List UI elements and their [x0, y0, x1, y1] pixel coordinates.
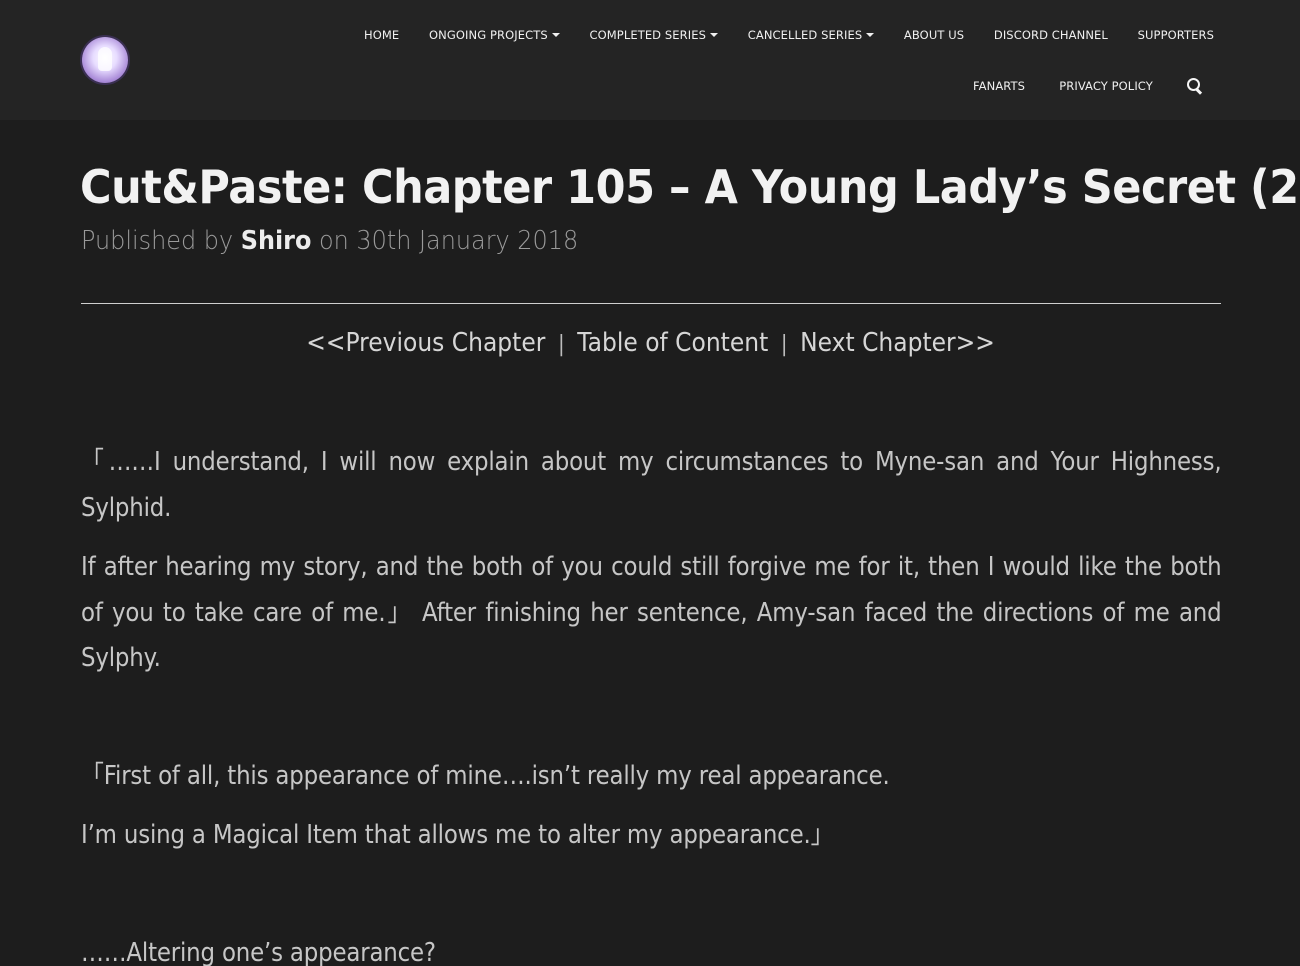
nav-item-fanarts[interactable]: FANARTS	[973, 79, 1025, 93]
nav-item-about-us[interactable]: ABOUT US	[904, 28, 964, 42]
nav-separator: |	[558, 332, 566, 357]
nav-item-discord-channel[interactable]: DISCORD CHANNEL	[994, 28, 1108, 42]
nav-row-primary: HOME ONGOING PROJECTS COMPLETED SERIES C…	[364, 28, 1214, 42]
paragraph: I’m using a Magical Item that allows me …	[81, 820, 834, 850]
navbar: HOME ONGOING PROJECTS COMPLETED SERIES C…	[0, 0, 1300, 120]
paragraph: ……Altering one’s appearance?	[81, 937, 436, 966]
published-by-label: Published by	[81, 226, 234, 256]
nav-item-completed-series[interactable]: COMPLETED SERIES	[589, 28, 719, 42]
paragraph: If after hearing my story, and the both …	[81, 552, 1222, 673]
nav-item-supporters[interactable]: SUPPORTERS	[1138, 28, 1214, 42]
post-meta: Published by Shiro on 30th January 2018	[81, 226, 578, 256]
nav-item-ongoing-projects[interactable]: ONGOING PROJECTS	[429, 28, 560, 42]
chapter-navigation: <<Previous Chapter | Table of Content | Next…	[81, 328, 1221, 358]
nav-label: SUPPORTERS	[1137, 28, 1214, 42]
nav-item-privacy-policy[interactable]: PRIVACY POLICY	[1059, 79, 1153, 93]
next-chapter-link[interactable]: Next Chapter>>	[801, 328, 996, 358]
nav-label: CANCELLED SERIES	[747, 28, 863, 42]
paragraph: 「First of all, this appearance of mine….…	[81, 760, 890, 791]
previous-chapter-link[interactable]: <<Previous Chapter	[307, 328, 546, 358]
table-of-content-link[interactable]: Table of Content	[578, 328, 769, 358]
nav-label: PRIVACY POLICY	[1059, 79, 1153, 93]
nav-label: COMPLETED SERIES	[589, 28, 707, 42]
nav-label: DISCORD CHANNEL	[993, 28, 1108, 42]
nav-separator: |	[781, 332, 788, 357]
nav-row-secondary: FANARTS PRIVACY POLICY	[973, 78, 1203, 94]
post-date: 30th January 2018	[356, 226, 579, 256]
nav-item-cancelled-series[interactable]: CANCELLED SERIES	[748, 28, 875, 42]
caret-down-icon	[710, 33, 719, 37]
nav-label: HOME	[364, 28, 400, 42]
search-icon[interactable]	[1187, 78, 1203, 94]
chapter-content: 「……I understand, I will now explain abou…	[81, 440, 1222, 966]
divider	[81, 303, 1221, 304]
nav-label: ABOUT US	[903, 28, 965, 42]
on-label: on	[319, 226, 349, 256]
author-link[interactable]: Shiro	[241, 226, 312, 256]
paragraph: 「……I understand, I will now explain abou…	[81, 447, 1222, 523]
caret-down-icon	[551, 33, 560, 37]
post-title: Cut&Paste: Chapter 105 – A Young Lady’s …	[80, 160, 1300, 214]
site-logo[interactable]	[82, 37, 128, 83]
nav-label: ONGOING PROJECTS	[429, 28, 548, 42]
caret-down-icon	[866, 33, 875, 37]
nav-label: FANARTS	[973, 79, 1026, 93]
nav-item-home[interactable]: HOME	[364, 28, 399, 42]
